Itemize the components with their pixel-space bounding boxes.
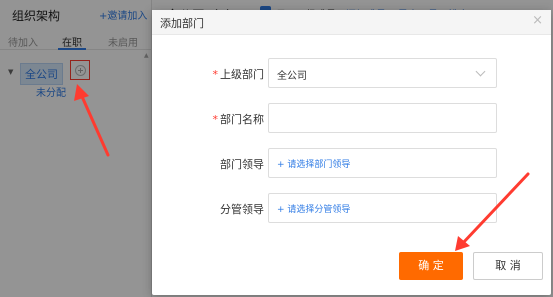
confirm-button[interactable]: 确 定 xyxy=(399,252,463,280)
dialog-header: 添加部门 × xyxy=(152,10,551,35)
department-leader-label: 部门领导 xyxy=(220,158,264,171)
department-name-label: * 部门名称 xyxy=(212,113,265,126)
supervisor-placeholder: + 请选择分管领导 xyxy=(277,205,351,215)
parent-department-select[interactable]: 全公司 xyxy=(268,58,497,88)
dialog-title: 添加部门 xyxy=(160,17,204,30)
department-leader-picker[interactable]: + 请选择部门领导 xyxy=(268,148,497,178)
supervisor-label: 分管领导 xyxy=(220,203,264,216)
supervisor-picker[interactable]: + 请选择分管领导 xyxy=(268,193,497,223)
department-name-input[interactable] xyxy=(268,103,497,133)
close-icon[interactable]: × xyxy=(532,13,543,29)
supervisor-row: 分管领导 + 请选择分管领导 xyxy=(152,193,551,223)
department-leader-row: 部门领导 + 请选择部门领导 xyxy=(152,148,551,178)
department-leader-placeholder: + 请选择部门领导 xyxy=(277,160,351,170)
add-department-dialog: 添加部门 × * 上级部门 全公司 * 部门名称 部门领导 + 请选择部门领导 分管… xyxy=(152,10,551,295)
parent-department-value: 全公司 xyxy=(277,71,307,82)
cancel-button[interactable]: 取 消 xyxy=(473,252,543,280)
required-mark: * xyxy=(212,113,219,126)
parent-department-row: * 上级部门 全公司 xyxy=(152,58,551,88)
required-mark: * xyxy=(212,68,219,81)
parent-department-label: * 上级部门 xyxy=(212,68,265,81)
department-name-row: * 部门名称 xyxy=(152,103,551,133)
chevron-down-icon xyxy=(475,66,486,77)
